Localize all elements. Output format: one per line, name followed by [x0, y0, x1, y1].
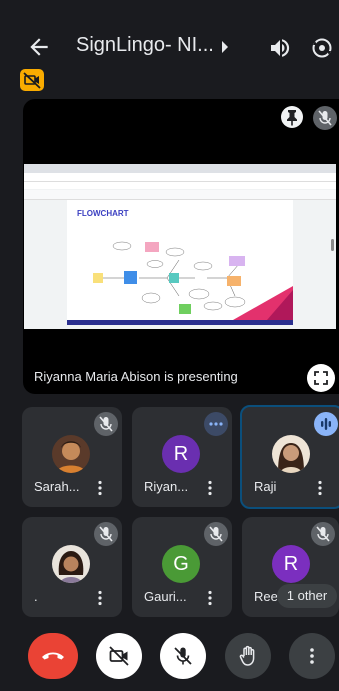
- avatar-photo: [52, 435, 90, 473]
- mic-off-icon: [316, 526, 330, 542]
- presenting-label: Riyanna Maria Abison is presenting: [34, 369, 238, 384]
- end-call-button[interactable]: [28, 633, 78, 679]
- pin-button[interactable]: [281, 106, 303, 128]
- raise-hand-icon: [239, 645, 255, 666]
- avatar: R: [272, 545, 310, 583]
- address-bar: [24, 173, 336, 182]
- participant-tile[interactable]: .: [22, 517, 122, 617]
- back-arrow-icon[interactable]: [26, 34, 52, 60]
- participant-name: Raji: [254, 479, 277, 494]
- raise-hand-button[interactable]: [225, 633, 271, 679]
- more-vert-icon[interactable]: [206, 480, 214, 496]
- end-call-icon: [42, 652, 64, 660]
- chevron-right-icon[interactable]: [220, 40, 230, 54]
- browser-tabs: [24, 164, 336, 173]
- participant-tile-active-speaker[interactable]: Raji: [240, 405, 339, 509]
- avatar: [52, 435, 90, 473]
- participant-name: Gauri...: [144, 589, 187, 604]
- more-vert-icon[interactable]: [206, 590, 214, 606]
- tile-mic-off: [94, 412, 118, 436]
- fullscreen-button[interactable]: [307, 364, 335, 392]
- slide-page: FLOWCHART: [67, 200, 293, 325]
- more-vert-icon[interactable]: [96, 480, 104, 496]
- camera-toggle-button[interactable]: [96, 633, 142, 679]
- camera-off-badge: [20, 69, 44, 91]
- avatar: G: [162, 545, 200, 583]
- speaker-icon[interactable]: [268, 36, 292, 60]
- participant-tile[interactable]: Sarah...: [22, 407, 122, 507]
- more-vert-icon[interactable]: [316, 480, 324, 496]
- avatar: [52, 545, 90, 583]
- mic-off-icon: [99, 416, 113, 432]
- slide-decoration-dark: [267, 290, 293, 320]
- camera-off-icon: [109, 646, 129, 666]
- meeting-title[interactable]: SignLingo- NI...: [76, 34, 214, 57]
- speaking-indicator: [314, 412, 338, 436]
- presentation-area[interactable]: FLOWCHART Riyanna Maria Abison is presen…: [23, 99, 339, 394]
- participant-tile[interactable]: R Riyan...: [132, 407, 232, 507]
- audio-level-icon: [321, 418, 331, 430]
- mic-toggle-button[interactable]: [160, 633, 206, 679]
- avatar-photo: [272, 435, 310, 473]
- top-bar: SignLingo- NI...: [0, 28, 339, 68]
- tile-options-badge[interactable]: [204, 412, 228, 436]
- more-horiz-icon: [209, 422, 223, 426]
- participant-name: Riyan...: [144, 479, 189, 494]
- mic-off-icon: [318, 110, 332, 126]
- fullscreen-icon: [314, 371, 328, 385]
- participant-name: Sarah...: [34, 479, 80, 494]
- more-vert-icon[interactable]: [96, 590, 104, 606]
- mic-off-icon: [174, 647, 192, 665]
- mic-off-icon: [209, 526, 223, 542]
- bookmarks-bar: [24, 182, 336, 189]
- avatar: [272, 435, 310, 473]
- more-options-button[interactable]: [289, 633, 335, 679]
- pdf-toolbar: [24, 190, 336, 200]
- others-count-pill[interactable]: 1 other: [277, 584, 337, 608]
- avatar: R: [162, 435, 200, 473]
- slide-footer-bar: [67, 320, 293, 325]
- shared-screen: FLOWCHART: [24, 164, 336, 329]
- participant-tile[interactable]: G Gauri...: [132, 517, 232, 617]
- participant-name: Ree: [254, 589, 278, 604]
- camera-off-icon: [23, 72, 41, 89]
- tile-mic-off: [94, 522, 118, 546]
- tile-mic-off: [204, 522, 228, 546]
- avatar-photo: [52, 545, 90, 583]
- presenter-mic-off: [313, 106, 337, 130]
- flip-camera-icon[interactable]: [310, 36, 334, 60]
- scrollbar: [331, 239, 334, 251]
- tile-mic-off: [311, 522, 335, 546]
- mic-off-icon: [99, 526, 113, 542]
- more-vert-icon: [310, 648, 314, 664]
- pin-icon: [287, 110, 297, 126]
- participant-name: .: [34, 589, 38, 604]
